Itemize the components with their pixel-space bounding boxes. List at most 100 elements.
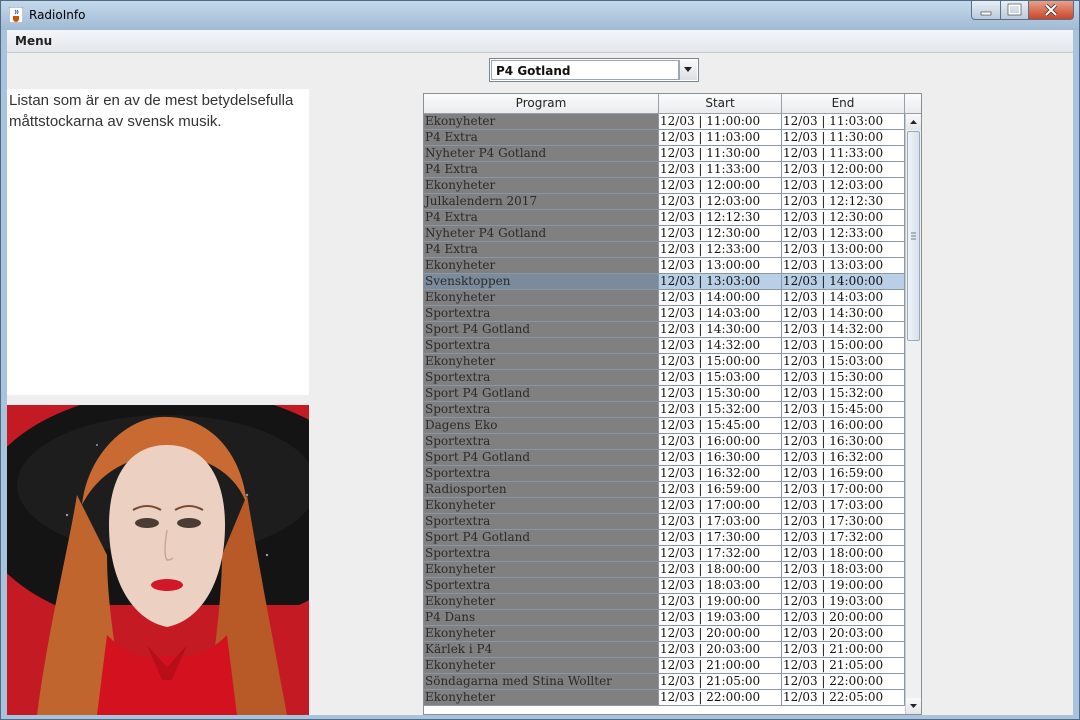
- menu-button[interactable]: Menu: [15, 34, 52, 48]
- column-header-program[interactable]: Program: [424, 94, 659, 114]
- table-row[interactable]: Söndagarna med Stina Wollter 12/03 | 21:0…: [424, 674, 905, 690]
- cell-start[interactable]: 12/03 | 19:00:00: [659, 594, 782, 610]
- cell-end[interactable]: 12/03 | 11:30:00: [782, 130, 905, 146]
- cell-program[interactable]: Dagens Eko: [424, 418, 659, 434]
- cell-end[interactable]: 12/03 | 12:03:00: [782, 178, 905, 194]
- cell-end[interactable]: 12/03 | 21:05:00: [782, 658, 905, 674]
- cell-end[interactable]: 12/03 | 20:03:00: [782, 626, 905, 642]
- cell-program[interactable]: Ekonyheter: [424, 178, 659, 194]
- scroll-up-button[interactable]: [906, 114, 921, 130]
- vertical-scrollbar[interactable]: [905, 114, 921, 714]
- table-row[interactable]: Ekonyheter 12/03 | 20:00:00 12/03 | 20:03:…: [424, 626, 905, 642]
- table-row[interactable]: P4 Dans 12/03 | 19:03:00 12/03 | 20:00:00: [424, 610, 905, 626]
- table-row[interactable]: P4 Extra 12/03 | 11:03:00 12/03 | 11:30:00: [424, 130, 905, 146]
- cell-end[interactable]: 12/03 | 22:05:00: [782, 690, 905, 706]
- cell-start[interactable]: 12/03 | 15:00:00: [659, 354, 782, 370]
- cell-end[interactable]: 12/03 | 17:32:00: [782, 530, 905, 546]
- cell-program[interactable]: P4 Extra: [424, 130, 659, 146]
- cell-end[interactable]: 12/03 | 12:30:00: [782, 210, 905, 226]
- cell-end[interactable]: 12/03 | 15:32:00: [782, 386, 905, 402]
- table-row[interactable]: Sport P4 Gotland 12/03 | 14:30:00 12/03 | …: [424, 322, 905, 338]
- cell-end[interactable]: 12/03 | 12:12:30: [782, 194, 905, 210]
- table-row[interactable]: P4 Extra 12/03 | 12:33:00 12/03 | 13:00:00: [424, 242, 905, 258]
- cell-start[interactable]: 12/03 | 22:00:00: [659, 690, 782, 706]
- minimize-button[interactable]: [971, 1, 1001, 20]
- cell-end[interactable]: 12/03 | 16:00:00: [782, 418, 905, 434]
- cell-program[interactable]: Sportextra: [424, 338, 659, 354]
- table-row[interactable]: Sport P4 Gotland 12/03 | 17:30:00 12/03 | …: [424, 530, 905, 546]
- cell-end[interactable]: 12/03 | 11:03:00: [782, 114, 905, 130]
- cell-end[interactable]: 12/03 | 15:03:00: [782, 354, 905, 370]
- cell-start[interactable]: 12/03 | 20:00:00: [659, 626, 782, 642]
- table-row[interactable]: Sportextra 12/03 | 17:03:00 12/03 | 17:30:…: [424, 514, 905, 530]
- cell-start[interactable]: 12/03 | 15:03:00: [659, 370, 782, 386]
- cell-start[interactable]: 12/03 | 17:32:00: [659, 546, 782, 562]
- cell-program[interactable]: Sport P4 Gotland: [424, 386, 659, 402]
- cell-start[interactable]: 12/03 | 17:30:00: [659, 530, 782, 546]
- table-row[interactable]: Ekonyheter 12/03 | 13:00:00 12/03 | 13:03:…: [424, 258, 905, 274]
- cell-end[interactable]: 12/03 | 16:32:00: [782, 450, 905, 466]
- cell-end[interactable]: 12/03 | 12:00:00: [782, 162, 905, 178]
- close-button[interactable]: [1028, 1, 1074, 20]
- table-row[interactable]: Nyheter P4 Gotland 12/03 | 11:30:00 12/03 …: [424, 146, 905, 162]
- cell-program[interactable]: Sportextra: [424, 370, 659, 386]
- cell-start[interactable]: 12/03 | 13:00:00: [659, 258, 782, 274]
- cell-start[interactable]: 12/03 | 11:33:00: [659, 162, 782, 178]
- cell-end[interactable]: 12/03 | 17:30:00: [782, 514, 905, 530]
- column-header-start[interactable]: Start: [659, 94, 782, 114]
- cell-program[interactable]: Sportextra: [424, 546, 659, 562]
- cell-start[interactable]: 12/03 | 19:03:00: [659, 610, 782, 626]
- cell-program[interactable]: Söndagarna med Stina Wollter: [424, 674, 659, 690]
- table-row[interactable]: Sport P4 Gotland 12/03 | 16:30:00 12/03 | …: [424, 450, 905, 466]
- cell-end[interactable]: 12/03 | 22:00:00: [782, 674, 905, 690]
- cell-program[interactable]: Sportextra: [424, 578, 659, 594]
- cell-end[interactable]: 12/03 | 16:59:00: [782, 466, 905, 482]
- cell-start[interactable]: 12/03 | 11:30:00: [659, 146, 782, 162]
- cell-program[interactable]: P4 Dans: [424, 610, 659, 626]
- cell-start[interactable]: 12/03 | 12:12:30: [659, 210, 782, 226]
- cell-program[interactable]: P4 Extra: [424, 210, 659, 226]
- cell-start[interactable]: 12/03 | 13:03:00: [659, 274, 782, 290]
- cell-program[interactable]: Sportextra: [424, 306, 659, 322]
- cell-start[interactable]: 12/03 | 16:59:00: [659, 482, 782, 498]
- cell-start[interactable]: 12/03 | 16:00:00: [659, 434, 782, 450]
- cell-start[interactable]: 12/03 | 18:03:00: [659, 578, 782, 594]
- cell-program[interactable]: Ekonyheter: [424, 690, 659, 706]
- table-row[interactable]: Ekonyheter 12/03 | 18:00:00 12/03 | 18:03:…: [424, 562, 905, 578]
- cell-end[interactable]: 12/03 | 17:03:00: [782, 498, 905, 514]
- cell-start[interactable]: 12/03 | 17:00:00: [659, 498, 782, 514]
- table-row[interactable]: Ekonyheter 12/03 | 22:00:00 12/03 | 22:05:…: [424, 690, 905, 706]
- table-row[interactable]: Ekonyheter 12/03 | 14:00:00 12/03 | 14:03:…: [424, 290, 905, 306]
- cell-program[interactable]: Ekonyheter: [424, 114, 659, 130]
- table-row[interactable]: P4 Extra 12/03 | 12:12:30 12/03 | 12:30:00: [424, 210, 905, 226]
- cell-end[interactable]: 12/03 | 15:30:00: [782, 370, 905, 386]
- cell-start[interactable]: 12/03 | 14:30:00: [659, 322, 782, 338]
- cell-program[interactable]: Ekonyheter: [424, 658, 659, 674]
- cell-start[interactable]: 12/03 | 11:00:00: [659, 114, 782, 130]
- cell-start[interactable]: 12/03 | 12:30:00: [659, 226, 782, 242]
- cell-program[interactable]: Radiosporten: [424, 482, 659, 498]
- cell-end[interactable]: 12/03 | 15:00:00: [782, 338, 905, 354]
- maximize-button[interactable]: [1000, 1, 1029, 20]
- cell-start[interactable]: 12/03 | 15:32:00: [659, 402, 782, 418]
- cell-program[interactable]: Julkalendern 2017: [424, 194, 659, 210]
- cell-start[interactable]: 12/03 | 14:03:00: [659, 306, 782, 322]
- cell-start[interactable]: 12/03 | 15:30:00: [659, 386, 782, 402]
- cell-program[interactable]: Svensktoppen: [424, 274, 659, 290]
- table-row[interactable]: Sportextra 12/03 | 15:03:00 12/03 | 15:30:…: [424, 370, 905, 386]
- cell-start[interactable]: 12/03 | 15:45:00: [659, 418, 782, 434]
- cell-start[interactable]: 12/03 | 21:00:00: [659, 658, 782, 674]
- cell-program[interactable]: Ekonyheter: [424, 258, 659, 274]
- column-header-end[interactable]: End: [782, 94, 905, 114]
- cell-program[interactable]: Ekonyheter: [424, 562, 659, 578]
- table-row[interactable]: Sport P4 Gotland 12/03 | 15:30:00 12/03 | …: [424, 386, 905, 402]
- table-row[interactable]: Nyheter P4 Gotland 12/03 | 12:30:00 12/03 …: [424, 226, 905, 242]
- cell-start[interactable]: 12/03 | 16:30:00: [659, 450, 782, 466]
- cell-end[interactable]: 12/03 | 15:45:00: [782, 402, 905, 418]
- cell-program[interactable]: Sport P4 Gotland: [424, 450, 659, 466]
- cell-program[interactable]: Ekonyheter: [424, 498, 659, 514]
- cell-end[interactable]: 12/03 | 19:03:00: [782, 594, 905, 610]
- cell-start[interactable]: 12/03 | 20:03:00: [659, 642, 782, 658]
- dropdown-arrow-button[interactable]: [679, 60, 697, 80]
- table-row[interactable]: Kärlek i P4 12/03 | 20:03:00 12/03 | 21:00…: [424, 642, 905, 658]
